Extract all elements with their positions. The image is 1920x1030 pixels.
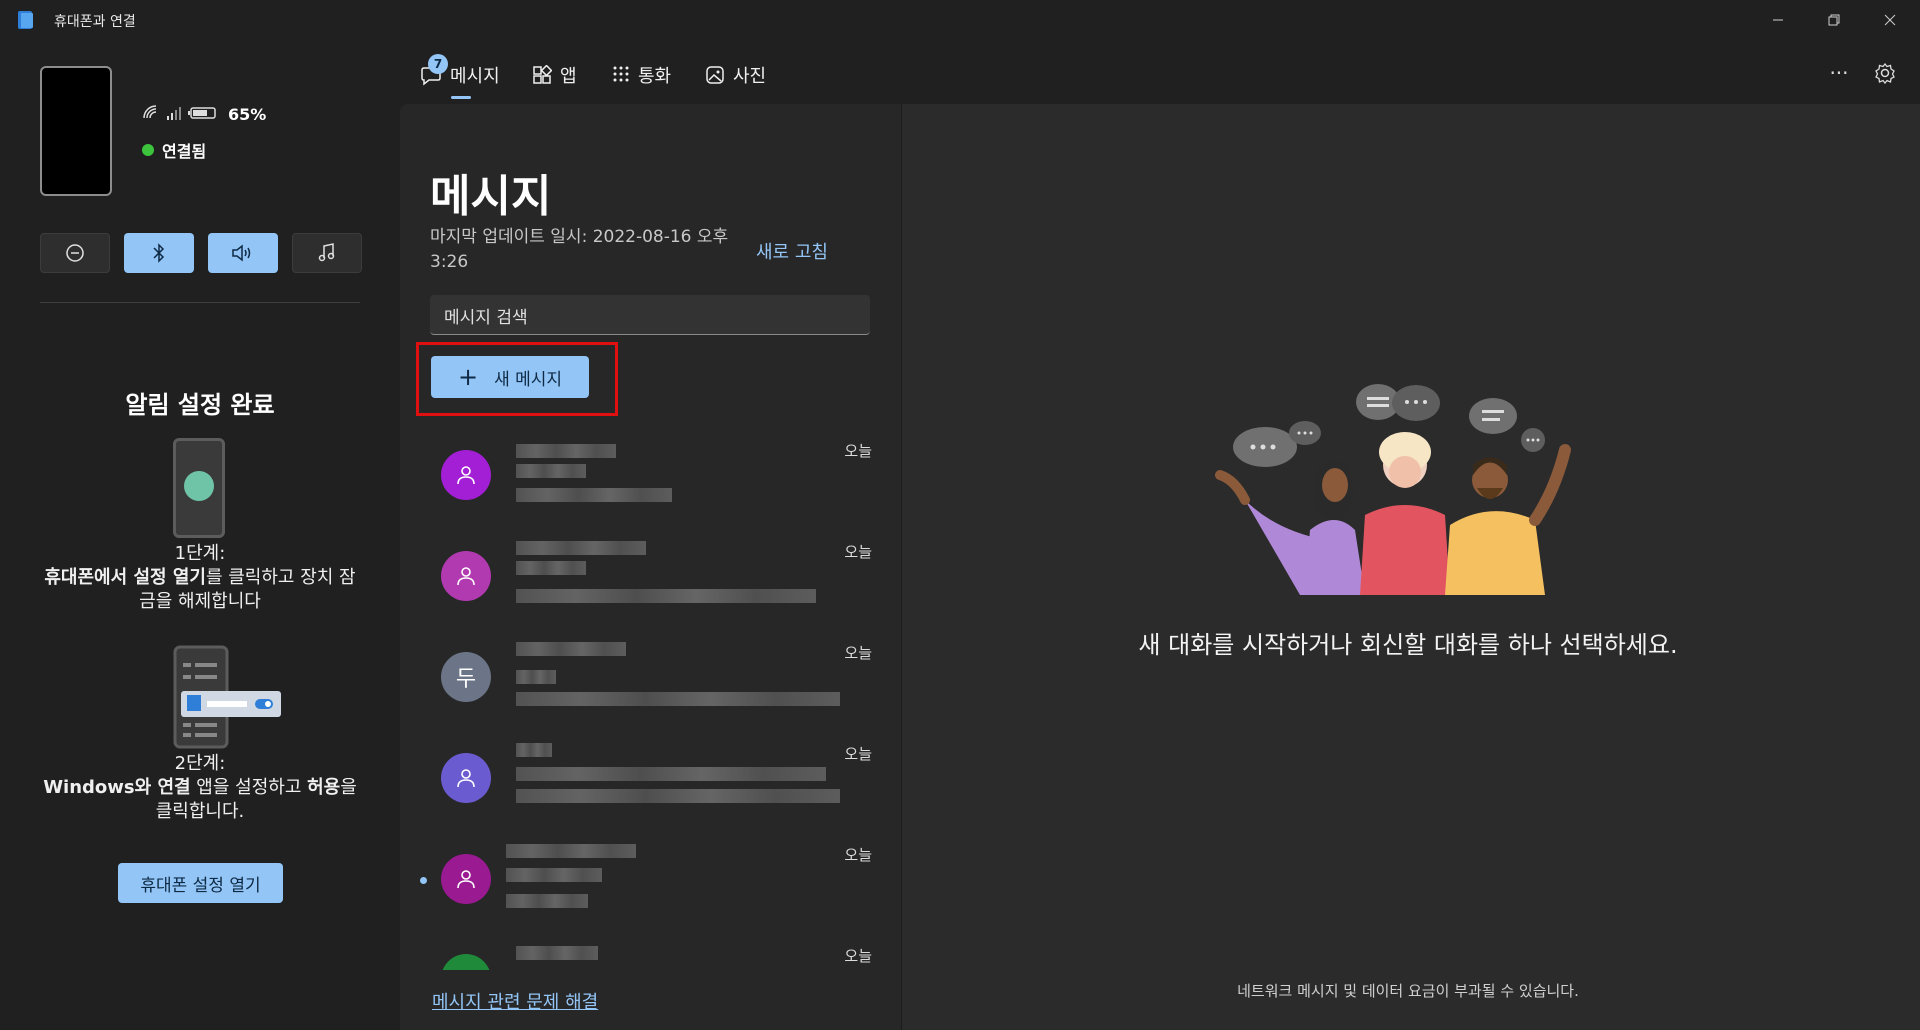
- music-icon: [318, 243, 335, 262]
- person-icon: [457, 466, 475, 485]
- redacted-text: [506, 868, 602, 882]
- avatar: [441, 954, 491, 970]
- avatar: [441, 753, 491, 803]
- signal-icon: [166, 105, 182, 124]
- person-icon: [457, 769, 475, 788]
- battery-percent: 65%: [228, 104, 267, 124]
- redacted-name: [516, 444, 616, 458]
- tab-photos[interactable]: 사진: [705, 60, 766, 90]
- unread-dot-icon: [420, 877, 427, 884]
- wifi-icon: [142, 104, 160, 124]
- redacted-name: [516, 541, 646, 555]
- redacted-preview: [516, 488, 672, 502]
- speaker-icon: [232, 244, 251, 262]
- plus-icon: +: [457, 363, 479, 391]
- redacted-text: [516, 767, 826, 781]
- apps-icon: [533, 65, 552, 84]
- conversation-item[interactable]: 오늘: [420, 934, 890, 970]
- redacted-text: [516, 464, 586, 478]
- data-charges-note: 네트워크 메시지 및 데이터 요금이 부과될 수 있습니다.: [1237, 982, 1579, 1000]
- redacted-name: [516, 946, 598, 960]
- conversation-item[interactable]: 오늘: [420, 844, 890, 944]
- conversation-item[interactable]: 두 오늘: [420, 642, 890, 742]
- connected-dot-icon: [142, 144, 154, 156]
- avatar: 두: [441, 652, 491, 702]
- people-chatting-illustration: [1215, 384, 1571, 595]
- app-icon: [16, 10, 36, 30]
- bluetooth-button[interactable]: [124, 233, 194, 273]
- avatar: [441, 551, 491, 601]
- avatar: [441, 854, 491, 904]
- page-title: 메시지: [430, 171, 552, 222]
- phone-status: 65%: [142, 104, 266, 124]
- person-icon: [457, 870, 475, 889]
- bluetooth-icon: [153, 243, 165, 263]
- window-title: 휴대폰과 연결: [54, 14, 136, 30]
- empty-state-text: 새 대화를 시작하거나 회신할 대화를 하나 선택하세요.: [1138, 631, 1678, 659]
- redacted-preview: [516, 789, 840, 803]
- unlock-phone-illustration: [173, 438, 225, 538]
- dialpad-icon: [613, 66, 629, 82]
- conversation-time: 오늘: [844, 745, 872, 763]
- selected-tab-indicator: [451, 96, 471, 99]
- conversation-item[interactable]: 오늘: [420, 541, 890, 641]
- conversation-time: 오늘: [844, 947, 872, 965]
- music-button[interactable]: [292, 233, 362, 273]
- redacted-name: [506, 844, 636, 858]
- more-icon[interactable]: ···: [1824, 58, 1854, 88]
- do-not-disturb-icon: [66, 244, 84, 262]
- notification-setup-title: 알림 설정 완료: [125, 391, 275, 419]
- battery-icon: [188, 105, 218, 124]
- search-input[interactable]: 메시지 검색: [430, 295, 870, 335]
- restore-icon[interactable]: [1804, 0, 1864, 40]
- step1-text: 1단계: 휴대폰에서 설정 열기를 클릭하고 장치 잠금을 해제합니다: [44, 543, 356, 612]
- tab-apps[interactable]: 앱: [532, 60, 577, 90]
- redacted-text: [516, 561, 586, 575]
- unread-badge: 7: [428, 54, 448, 74]
- step2-text: 2단계: Windows와 연결 앱을 설정하고 허용을 클릭합니다.: [43, 753, 357, 822]
- open-phone-settings-button[interactable]: 휴대폰 설정 열기: [118, 863, 283, 903]
- last-update-text: 마지막 업데이트 일시: 2022-08-16 오후 3:26: [430, 227, 729, 272]
- phone-settings-illustration: [173, 645, 281, 749]
- conversation-time: 오늘: [844, 442, 872, 460]
- redacted-name: [516, 743, 552, 757]
- redacted-text: [516, 670, 556, 684]
- refresh-link[interactable]: 새로 고침: [756, 238, 828, 264]
- gear-icon[interactable]: [1870, 58, 1900, 88]
- redacted-preview: [506, 894, 588, 908]
- title-bar: 휴대폰과 연결: [0, 0, 1920, 40]
- do-not-disturb-button[interactable]: [40, 233, 110, 273]
- conversation-time: 오늘: [844, 543, 872, 561]
- conversation-time: 오늘: [844, 644, 872, 662]
- minimize-icon[interactable]: [1748, 0, 1808, 40]
- conversation-item[interactable]: 오늘: [420, 743, 890, 843]
- redacted-name: [516, 642, 626, 656]
- person-icon: [457, 567, 475, 586]
- divider: [40, 302, 360, 303]
- redacted-preview: [516, 692, 840, 706]
- lock-icon: [184, 471, 214, 501]
- phone-image: [40, 66, 112, 196]
- audio-button[interactable]: [208, 233, 278, 273]
- conversation-item[interactable]: 오늘: [420, 440, 890, 540]
- connection-label: 연결됨: [162, 142, 207, 161]
- redacted-preview: [516, 589, 816, 603]
- new-message-button[interactable]: + 새 메시지: [431, 356, 589, 398]
- connection-status: 연결됨: [142, 138, 206, 162]
- avatar: [441, 450, 491, 500]
- tab-calls[interactable]: 통화: [612, 60, 671, 90]
- photos-icon: [706, 66, 724, 84]
- troubleshoot-link[interactable]: 메시지 관련 문제 해결: [432, 988, 598, 1014]
- conversation-time: 오늘: [844, 846, 872, 864]
- close-icon[interactable]: [1860, 0, 1920, 40]
